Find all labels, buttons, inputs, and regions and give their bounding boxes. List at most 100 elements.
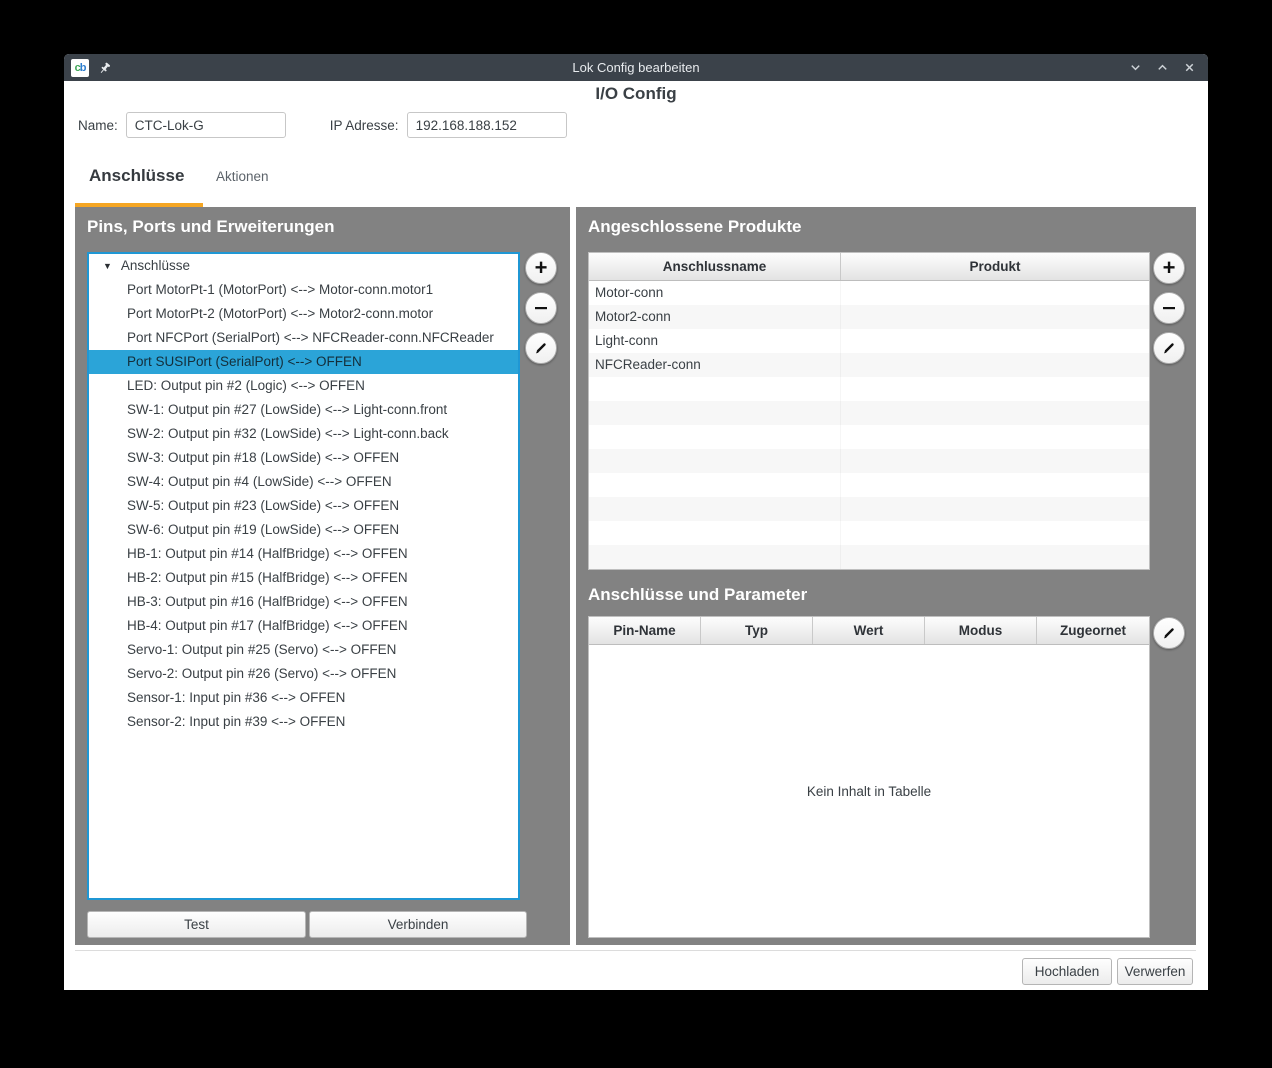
tree-item[interactable]: SW-6: Output pin #19 (LowSide) <--> OFFE… [89,518,518,542]
cell-produkt [841,521,1149,545]
maximize-button[interactable] [1153,59,1171,77]
connect-button[interactable]: Verbinden [309,911,527,938]
products-table[interactable]: Anschlussname Produkt Motor-connMotor2-c… [588,252,1150,570]
minimize-button[interactable] [1126,59,1144,77]
ip-label: IP Adresse: [330,118,399,133]
params-table-body: Kein Inhalt in Tabelle [589,645,1149,937]
tab-aktionen[interactable]: Aktionen [216,169,269,184]
products-panel: Angeschlossene Produkte Anschlussname Pr… [576,207,1196,945]
params-col-wert: Wert [813,617,925,644]
tree-item[interactable]: Servo-2: Output pin #26 (Servo) <--> OFF… [89,662,518,686]
table-row-empty [589,449,1149,473]
tree-item[interactable]: LED: Output pin #2 (Logic) <--> OFFEN [89,374,518,398]
params-table[interactable]: Pin-NameTypWertModusZugeornet Kein Inhal… [588,616,1150,938]
pin-icon[interactable] [98,61,112,75]
cell-anschlussname [589,401,841,425]
window-title: Lok Config bearbeiten [64,60,1208,75]
params-col-zugeornet: Zugeornet [1037,617,1149,644]
tree-item[interactable]: SW-5: Output pin #23 (LowSide) <--> OFFE… [89,494,518,518]
cell-anschlussname [589,425,841,449]
tree-item[interactable]: SW-3: Output pin #18 (LowSide) <--> OFFE… [89,446,518,470]
params-table-header: Pin-NameTypWertModusZugeornet [589,617,1149,645]
cell-produkt [841,545,1149,569]
tree-item[interactable]: Servo-1: Output pin #25 (Servo) <--> OFF… [89,638,518,662]
params-panel-title: Anschlüsse und Parameter [588,585,807,605]
ip-input[interactable] [407,112,567,138]
cell-produkt [841,305,1149,329]
add-product-button[interactable]: + [1153,252,1185,284]
params-col-modus: Modus [925,617,1037,644]
table-row-empty [589,497,1149,521]
tree-item[interactable]: SW-2: Output pin #32 (LowSide) <--> Ligh… [89,422,518,446]
test-button[interactable]: Test [87,911,306,938]
cell-produkt [841,449,1149,473]
empty-table-message: Kein Inhalt in Tabelle [807,784,931,799]
pins-panel: Pins, Ports und Erweiterungen ▼Anschlüss… [75,207,570,945]
upload-button[interactable]: Hochladen [1022,958,1112,985]
tree-root-item[interactable]: ▼Anschlüsse [89,254,518,278]
remove-pin-button[interactable] [525,292,557,324]
cell-produkt [841,377,1149,401]
cell-anschlussname: Light-conn [589,329,841,353]
products-table-header: Anschlussname Produkt [589,253,1149,281]
pins-tree[interactable]: ▼AnschlüssePort MotorPt-1 (MotorPort) <-… [87,252,520,900]
table-row-empty [589,401,1149,425]
tree-item[interactable]: Port MotorPt-1 (MotorPort) <--> Motor-co… [89,278,518,302]
tab-anschluesse[interactable]: Anschlüsse [89,166,184,186]
tree-item[interactable]: Port NFCPort (SerialPort) <--> NFCReader… [89,326,518,350]
pins-panel-title: Pins, Ports und Erweiterungen [87,217,334,237]
tree-item[interactable]: HB-2: Output pin #15 (HalfBridge) <--> O… [89,566,518,590]
cell-anschlussname: NFCReader-conn [589,353,841,377]
cell-produkt [841,497,1149,521]
tree-item[interactable]: SW-4: Output pin #4 (LowSide) <--> OFFEN [89,470,518,494]
tree-item[interactable]: Sensor-1: Input pin #36 <--> OFFEN [89,686,518,710]
dialog-window: cb Lok Config bearbeiten [64,54,1208,990]
cell-produkt [841,329,1149,353]
app-logo-icon: cb [71,59,89,77]
tree-item[interactable]: HB-3: Output pin #16 (HalfBridge) <--> O… [89,590,518,614]
cell-anschlussname: Motor-conn [589,281,841,305]
table-row[interactable]: Light-conn [589,329,1149,353]
cell-anschlussname [589,473,841,497]
tree-item[interactable]: Sensor-2: Input pin #39 <--> OFFEN [89,710,518,734]
close-button[interactable] [1180,59,1198,77]
table-row-empty [589,473,1149,497]
cell-anschlussname [589,497,841,521]
params-col-typ: Typ [701,617,813,644]
cell-produkt [841,281,1149,305]
table-row-empty [589,377,1149,401]
table-row-empty [589,521,1149,545]
add-pin-button[interactable]: + [525,252,557,284]
table-row-empty [589,545,1149,569]
name-input[interactable] [126,112,286,138]
cell-anschlussname [589,521,841,545]
tree-item[interactable]: SW-1: Output pin #27 (LowSide) <--> Ligh… [89,398,518,422]
products-col-anschlussname: Anschlussname [589,253,841,280]
name-label: Name: [78,118,118,133]
footer-divider [75,950,1196,951]
tree-item[interactable]: HB-1: Output pin #14 (HalfBridge) <--> O… [89,542,518,566]
cell-anschlussname [589,377,841,401]
cell-produkt [841,353,1149,377]
remove-product-button[interactable] [1153,292,1185,324]
discard-button[interactable]: Verwerfen [1117,958,1193,985]
edit-pin-button[interactable] [525,332,557,364]
cell-anschlussname [589,449,841,473]
expand-triangle-icon[interactable]: ▼ [103,254,112,278]
cell-anschlussname: Motor2-conn [589,305,841,329]
cell-produkt [841,401,1149,425]
page-title: I/O Config [64,84,1208,104]
table-row[interactable]: Motor2-conn [589,305,1149,329]
app-logo-letter-b: b [80,62,86,74]
tree-item[interactable]: Port MotorPt-2 (MotorPort) <--> Motor2-c… [89,302,518,326]
params-col-pin-name: Pin-Name [589,617,701,644]
products-panel-title: Angeschlossene Produkte [588,217,802,237]
cell-produkt [841,473,1149,497]
table-row[interactable]: Motor-conn [589,281,1149,305]
edit-param-button[interactable] [1153,617,1185,649]
products-col-produkt: Produkt [841,253,1149,280]
table-row[interactable]: NFCReader-conn [589,353,1149,377]
tree-item[interactable]: HB-4: Output pin #17 (HalfBridge) <--> O… [89,614,518,638]
tree-item[interactable]: Port SUSIPort (SerialPort) <--> OFFEN [89,350,518,374]
edit-product-button[interactable] [1153,332,1185,364]
